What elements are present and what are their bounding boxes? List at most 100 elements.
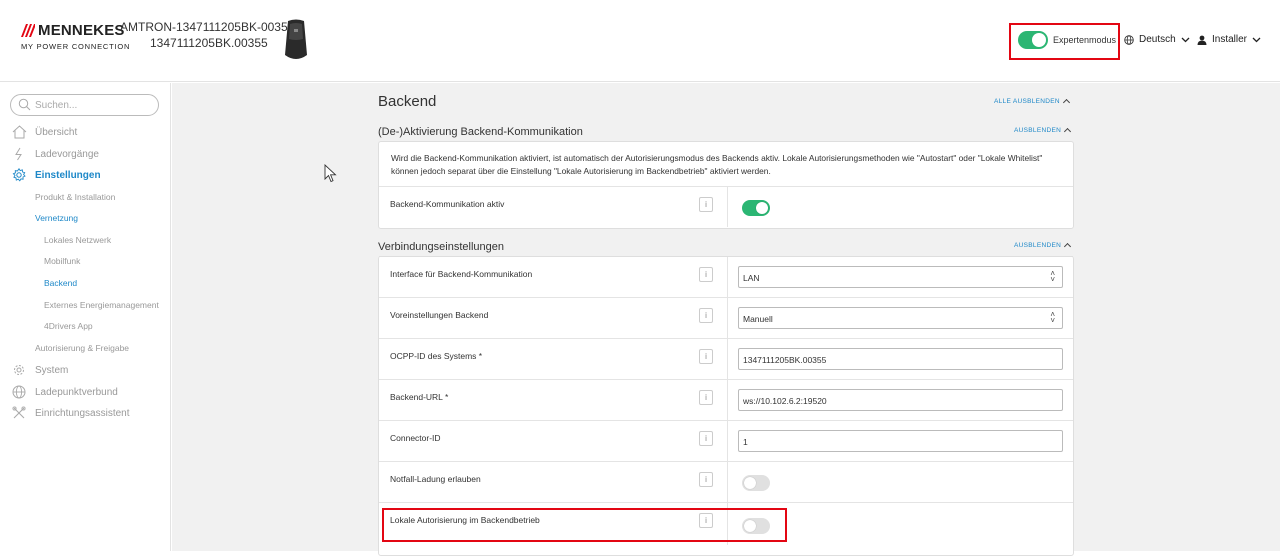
info-button[interactable]: i [699, 308, 713, 323]
sidebar-item-einstellungen[interactable]: Einstellungen [11, 167, 101, 183]
collapse-label: AUSBLENDEN [1014, 242, 1062, 249]
row-label: Voreinstellungen Backend [390, 310, 489, 320]
section-title-deaktivierung: (De-)Aktivierung Backend-Kommunikation [378, 126, 583, 138]
backend-preset-select[interactable]: Manuell ˄ ˅ [738, 307, 1063, 329]
connector-id-field[interactable]: 1 [738, 430, 1063, 452]
sidebar-sub-backend[interactable]: Backend [44, 278, 77, 288]
sidebar-sub-mobilfunk[interactable]: Mobilfunk [44, 256, 80, 266]
column-divider [727, 421, 728, 461]
backend-communication-card: Wird die Backend-Kommunikation aktiviert… [378, 141, 1074, 229]
row-label: Connector-ID [390, 433, 441, 443]
sidebar-sub-externes-energiemanagement[interactable]: Externes Energiemanagement [44, 300, 159, 310]
device-serial: 1347111205BK.00355 [150, 36, 268, 50]
row-label: Backend-Kommunikation aktiv [390, 199, 505, 209]
brand-tagline: MY POWER CONNECTION [21, 42, 131, 51]
tools-icon [12, 406, 26, 419]
sidebar-item-system[interactable]: System [11, 362, 68, 378]
settings-row: Voreinstellungen Backend i Manuell ˄ ˅ [379, 297, 1073, 338]
device-name: AMTRON-1347111205BK-00355 [120, 20, 295, 34]
expert-mode-label: Expertenmodus [1053, 35, 1117, 45]
chevron-down-icon [1181, 37, 1190, 42]
info-text: Wird die Backend-Kommunikation aktiviert… [391, 153, 1043, 176]
sidebar-item-label: Einstellungen [35, 169, 101, 181]
mennekes-logo-mark-icon [21, 24, 35, 37]
connection-settings-card: Interface für Backend-Kommunikation i LA… [378, 256, 1074, 556]
sidebar-item-einrichtungsassistent[interactable]: Einrichtungsassistent [11, 405, 130, 421]
settings-row: OCPP-ID des Systems * i 1347111205BK.003… [379, 338, 1073, 379]
sidebar-sub-vernetzung[interactable]: Vernetzung [35, 213, 78, 223]
sidebar-item-label: Ladevorgänge [35, 148, 99, 160]
sidebar-sub-produkt-installation[interactable]: Produkt & Installation [35, 192, 115, 202]
settings-row: Notfall-Ladung erlauben i [379, 461, 1073, 502]
info-button[interactable]: i [699, 267, 713, 282]
system-icon [14, 365, 24, 375]
language-label: Deutsch [1139, 34, 1176, 45]
sidebar-item-label: Ladepunktverbund [35, 386, 118, 398]
chevron-up-icon [1062, 98, 1070, 107]
settings-row: Backend-Kommunikation aktiv i [379, 186, 1073, 227]
info-button[interactable]: i [699, 472, 713, 487]
settings-row: Lokale Autorisierung im Backendbetrieb i [379, 502, 1073, 545]
backend-url-field[interactable]: ws://10.102.6.2:19520 [738, 389, 1063, 411]
column-divider [727, 298, 728, 338]
info-button[interactable]: i [699, 197, 713, 212]
column-divider [727, 187, 728, 227]
select-value: Manuell [743, 314, 773, 324]
user-label: Installer [1212, 34, 1248, 45]
collapse-all-button[interactable]: ALLE AUSBLENDEN [994, 98, 1070, 107]
info-button[interactable]: i [699, 431, 713, 446]
user-menu[interactable]: Installer [1197, 34, 1261, 45]
globe-icon [12, 385, 26, 399]
sidebar-item-label: Einrichtungsassistent [35, 407, 130, 419]
emergency-charging-toggle[interactable] [742, 475, 770, 491]
column-divider [727, 503, 728, 545]
column-divider [727, 380, 728, 420]
search-placeholder: Suchen... [35, 100, 78, 111]
select-arrows-icon: ˄ ˅ [1050, 310, 1055, 325]
collapse-all-label: ALLE AUSBLENDEN [994, 98, 1060, 105]
mouse-cursor-icon [324, 164, 337, 183]
row-label: OCPP-ID des Systems * [390, 351, 483, 361]
local-authorization-toggle[interactable] [742, 518, 770, 534]
sidebar-sub-autorisierung-freigabe[interactable]: Autorisierung & Freigabe [35, 343, 129, 353]
chevron-up-icon [1064, 127, 1072, 136]
user-icon [1197, 35, 1207, 45]
language-selector[interactable]: Deutsch [1124, 34, 1190, 45]
search-icon [18, 98, 31, 111]
main-content: Backend ALLE AUSBLENDEN (De-)Aktivierung… [172, 83, 1280, 556]
sidebar: Suchen... Übersicht Ladevorgänge Einstel… [0, 83, 171, 551]
settings-row: Connector-ID i 1 [379, 420, 1073, 461]
chevron-up-icon [1064, 242, 1072, 251]
gear-icon [12, 168, 26, 182]
collapse-label: AUSBLENDEN [1014, 127, 1062, 134]
sidebar-item-ladepunktverbund[interactable]: Ladepunktverbund [11, 384, 118, 400]
info-button[interactable]: i [699, 513, 713, 528]
section-title-verbindung: Verbindungseinstellungen [378, 241, 504, 253]
row-label: Notfall-Ladung erlauben [390, 474, 481, 484]
sidebar-item-ladevorgaenge[interactable]: Ladevorgänge [11, 146, 99, 162]
chevron-down-icon [1252, 37, 1261, 42]
settings-row: Interface für Backend-Kommunikation i LA… [379, 256, 1073, 297]
mennekes-logo[interactable]: MENNEKES MY POWER CONNECTION [21, 22, 130, 51]
info-button[interactable]: i [699, 390, 713, 405]
sidebar-sub-4drivers-app[interactable]: 4Drivers App [44, 321, 93, 331]
column-divider [727, 257, 728, 297]
wallbox-device-icon [285, 19, 307, 59]
sidebar-item-label: System [35, 364, 69, 376]
home-icon [12, 125, 26, 139]
backend-communication-toggle[interactable] [742, 200, 770, 216]
sidebar-item-uebersicht[interactable]: Übersicht [11, 124, 77, 140]
lightning-icon [15, 147, 22, 161]
collapse-section-button[interactable]: AUSBLENDEN [1014, 127, 1072, 136]
sidebar-sub-lokales-netzwerk[interactable]: Lokales Netzwerk [44, 235, 111, 245]
search-input[interactable]: Suchen... [10, 94, 159, 116]
page-title: Backend [378, 93, 437, 110]
info-button[interactable]: i [699, 349, 713, 364]
interface-select[interactable]: LAN ˄ ˅ [738, 266, 1063, 288]
collapse-section-button[interactable]: AUSBLENDEN [1014, 242, 1072, 251]
column-divider [727, 339, 728, 379]
ocpp-id-field[interactable]: 1347111205BK.00355 [738, 348, 1063, 370]
expert-mode-toggle[interactable] [1018, 31, 1048, 49]
row-label: Lokale Autorisierung im Backendbetrieb [390, 515, 540, 525]
sidebar-item-label: Übersicht [35, 126, 78, 138]
